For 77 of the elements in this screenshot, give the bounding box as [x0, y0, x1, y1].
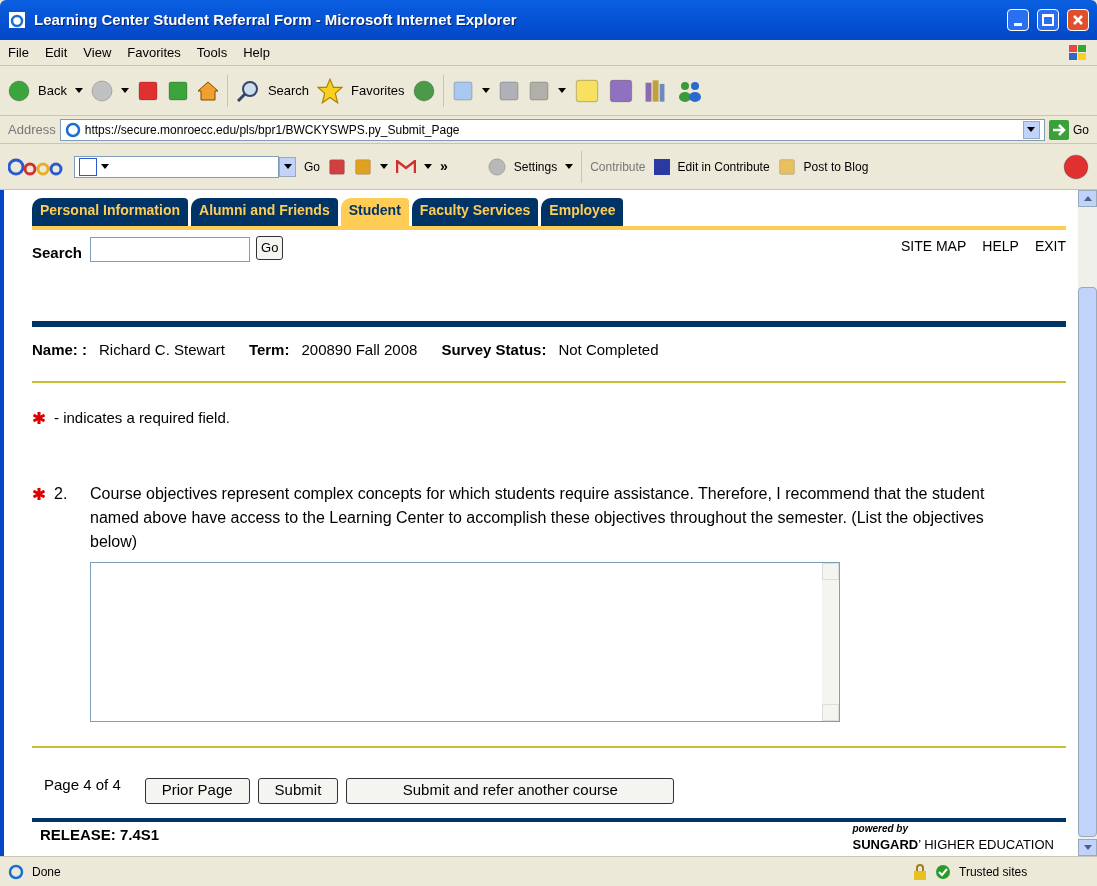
info-value: Richard C. Stewart: [99, 339, 225, 360]
close-icon: [1072, 14, 1084, 26]
dropdown-caret-icon[interactable]: [120, 88, 129, 93]
up-arrow-icon: [1083, 196, 1092, 201]
page-scrollbar[interactable]: [1078, 190, 1097, 856]
post-to-blog-button[interactable]: Post to Blog: [803, 157, 869, 176]
nav-tab[interactable]: Employee: [541, 198, 624, 226]
address-dropdown-icon[interactable]: [1027, 127, 1036, 132]
scroll-down-button[interactable]: [1078, 839, 1097, 856]
search-label: Search: [32, 243, 83, 263]
contribute-label: Contribute: [590, 158, 646, 176]
favorites-label[interactable]: Favorites: [351, 80, 405, 101]
page-indicator: Page 4 of 4: [44, 774, 121, 795]
maximize-button[interactable]: [1037, 9, 1059, 31]
home-icon[interactable]: [196, 79, 219, 102]
down-arrow-icon: [1083, 845, 1092, 850]
release-label: RELEASE: 7.4S1: [40, 825, 160, 845]
form-button[interactable]: Submit and refer another course: [346, 777, 675, 804]
scroll-up-button[interactable]: [1078, 190, 1097, 207]
zone-label: Trusted sites: [959, 863, 1029, 881]
dropdown-caret-icon[interactable]: [380, 164, 388, 169]
powered-by-label: powered by: [852, 824, 910, 834]
info-label: Name: :: [32, 339, 87, 360]
dropdown-caret-icon[interactable]: [74, 88, 83, 93]
question-number: 2.: [54, 483, 69, 504]
search-field[interactable]: [90, 237, 251, 262]
info-value: Not Completed: [558, 339, 659, 360]
menu-item[interactable]: View: [83, 42, 112, 63]
address-field[interactable]: https://secure.monroecc.edu/pls/bpr1/BWCKYSWPS.py_Submit_Page: [59, 118, 1045, 141]
check-icon: [935, 863, 951, 880]
go-label[interactable]: Go: [1073, 120, 1089, 139]
header-link[interactable]: EXIT: [1034, 236, 1066, 257]
question-text: Course objectives represent complex concepts for which students require assistance. Therefore, I recommend that the student named above have access to the Learning Center to accomplish these objectives throughout the semester. (List the objectives below): [90, 483, 986, 552]
sungard-logo-text: SUNGARD’ HIGHER EDUCATION: [852, 838, 1054, 851]
google-dropdown-icon[interactable]: [283, 164, 292, 169]
close-button[interactable]: [1067, 9, 1089, 31]
menu-item[interactable]: Help: [243, 42, 270, 63]
dropdown-caret-icon[interactable]: [565, 164, 574, 169]
google-search-field[interactable]: [74, 155, 279, 178]
window-title: Learning Center Student Referral Form - Microsoft Internet Explorer: [34, 9, 518, 30]
required-asterisk-icon: [32, 411, 46, 426]
minimize-button[interactable]: [1007, 9, 1029, 31]
header-link[interactable]: HELP: [982, 236, 1019, 257]
info-value: 200890 Fall 2008: [301, 339, 418, 360]
form-button[interactable]: Prior Page: [144, 777, 250, 804]
menu-item[interactable]: Edit: [44, 42, 68, 63]
more-button[interactable]: »: [440, 156, 448, 177]
menu-item[interactable]: Tools: [196, 42, 228, 63]
menu-item[interactable]: Favorites: [127, 42, 181, 63]
nav-tab[interactable]: Student: [340, 198, 409, 226]
menu-item[interactable]: File: [8, 42, 29, 63]
form-button[interactable]: Submit: [257, 777, 339, 804]
windows-flag-icon: [1067, 42, 1089, 63]
header-link[interactable]: SITE MAP: [900, 236, 967, 257]
edit-in-contribute-button[interactable]: Edit in Contribute: [677, 157, 770, 176]
scrollbar-thumb[interactable]: [1078, 287, 1097, 837]
dropdown-caret-icon[interactable]: [424, 164, 432, 169]
back-label[interactable]: Back: [38, 80, 67, 101]
nav-tab[interactable]: Alumni and Friends: [191, 198, 338, 226]
info-label: Term:: [248, 339, 290, 360]
google-go-button[interactable]: Go: [304, 157, 320, 176]
required-note: - indicates a required field.: [54, 408, 230, 428]
address-label: Address: [8, 120, 56, 139]
nav-tab[interactable]: Faculty Services: [411, 198, 539, 226]
info-label: Survey Status:: [441, 339, 547, 360]
search-label[interactable]: Search: [267, 80, 310, 101]
go-button[interactable]: Go: [256, 236, 284, 260]
lock-icon: [913, 863, 927, 880]
nav-tab[interactable]: Personal Information: [32, 198, 189, 226]
dropdown-caret-icon[interactable]: [101, 164, 109, 169]
search-icon[interactable]: [235, 79, 260, 102]
gmail-icon[interactable]: [396, 159, 416, 174]
star-icon[interactable]: [317, 77, 344, 104]
status-text: Done: [32, 863, 62, 881]
dropdown-caret-icon[interactable]: [557, 88, 566, 93]
settings-button[interactable]: Settings: [513, 157, 558, 176]
dropdown-caret-icon[interactable]: [481, 88, 490, 93]
